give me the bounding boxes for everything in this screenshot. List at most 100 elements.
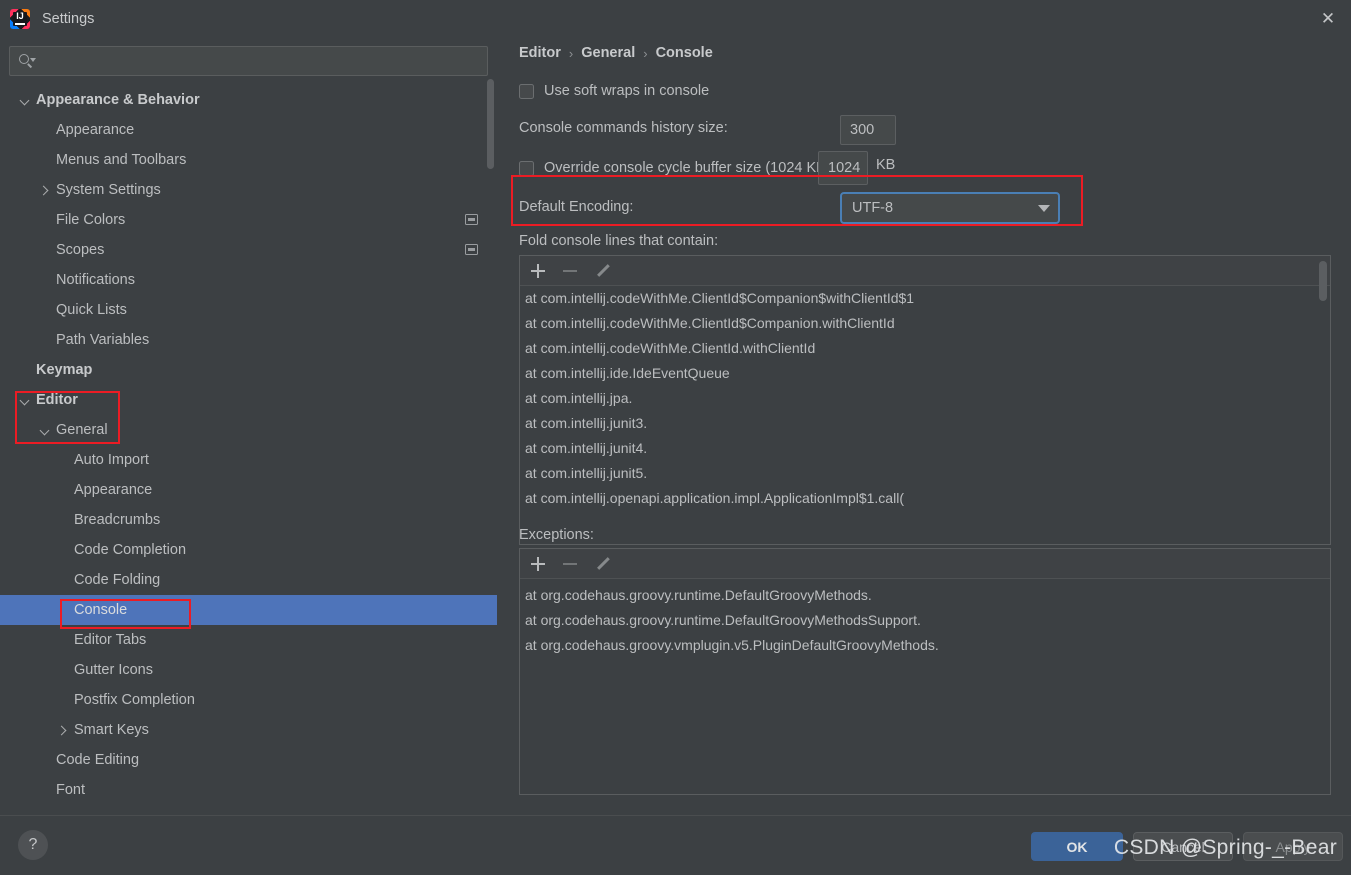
fold-line-item[interactable]: at com.intellij.jpa.: [520, 386, 1330, 411]
cycle-buffer-checkbox[interactable]: [519, 160, 534, 176]
fold-line-item[interactable]: at com.intellij.openapi.application.impl…: [520, 486, 1330, 511]
pencil-icon: [594, 263, 610, 279]
chevron-down-icon: [1038, 204, 1050, 212]
cancel-button[interactable]: Cancel: [1133, 832, 1233, 861]
fold-lines-label: Fold console lines that contain:: [519, 233, 719, 249]
sidebar-item-label: General: [56, 422, 108, 438]
sidebar-item-postfix-completion[interactable]: Postfix Completion: [0, 685, 497, 715]
sidebar-item-code-editing[interactable]: Code Editing: [0, 745, 497, 775]
exception-line-item[interactable]: at org.codehaus.groovy.runtime.DefaultGr…: [520, 583, 1330, 608]
fold-line-item[interactable]: at com.intellij.codeWithMe.ClientId.with…: [520, 336, 1330, 361]
sidebar-item-scopes[interactable]: Scopes: [0, 235, 497, 265]
breadcrumb-leaf: Console: [655, 45, 713, 61]
sidebar-item-menus-and-toolbars[interactable]: Menus and Toolbars: [0, 145, 497, 175]
chevron-down-icon[interactable]: [20, 95, 31, 106]
chevron-down-icon[interactable]: [40, 425, 51, 436]
sidebar-item-file-colors[interactable]: File Colors: [0, 205, 497, 235]
fold-line-item[interactable]: at com.intellij.junit3.: [520, 411, 1330, 436]
sidebar-item-gutter-icons[interactable]: Gutter Icons: [0, 655, 497, 685]
history-size-input[interactable]: 300: [840, 115, 896, 145]
sidebar-item-quick-lists[interactable]: Quick Lists: [0, 295, 497, 325]
exception-line-item[interactable]: at org.codehaus.groovy.runtime.DefaultGr…: [520, 608, 1330, 633]
plus-icon[interactable]: [530, 556, 546, 572]
sidebar-item-label: Breadcrumbs: [74, 512, 161, 528]
sidebar-item-label: Keymap: [36, 362, 93, 378]
settings-sidebar: Appearance & Behavior Appearance Menus and…: [0, 37, 497, 815]
fold-line-item[interactable]: at com.intellij.codeWithMe.ClientId$Comp…: [520, 286, 1330, 311]
sidebar-item-label: Editor: [36, 392, 78, 408]
exceptions-listbox: at org.codehaus.groovy.runtime.DefaultGr…: [519, 548, 1331, 795]
search-icon: [18, 53, 36, 69]
cycle-buffer-label: Override console cycle buffer size (1024…: [544, 160, 831, 176]
sidebar-item-breadcrumbs[interactable]: Breadcrumbs: [0, 505, 497, 535]
sidebar-item-console[interactable]: Console: [0, 595, 497, 625]
sidebar-scrollbar-thumb[interactable]: [487, 79, 494, 169]
chevron-down-icon[interactable]: [20, 395, 31, 406]
chevron-right-icon[interactable]: [58, 725, 69, 736]
exception-line-item[interactable]: at org.codehaus.groovy.vmplugin.v5.Plugi…: [520, 633, 1330, 658]
sidebar-item-appearance[interactable]: Appearance: [0, 475, 497, 505]
breadcrumb-separator-icon: ›: [568, 45, 574, 61]
breadcrumb-root[interactable]: Editor: [519, 45, 561, 61]
sidebar-item-editor[interactable]: Editor: [0, 385, 497, 415]
fold-lines-scrollbar-thumb[interactable]: [1319, 261, 1327, 301]
sidebar-item-smart-keys[interactable]: Smart Keys: [0, 715, 497, 745]
sidebar-item-label: Menus and Toolbars: [56, 152, 187, 168]
sidebar-item-code-folding[interactable]: Code Folding: [0, 565, 497, 595]
default-encoding-row: Default Encoding: UTF-8: [519, 192, 1329, 224]
fold-line-item[interactable]: at com.intellij.junit4.: [520, 436, 1330, 461]
cycle-buffer-input[interactable]: 1024: [818, 151, 868, 185]
sidebar-item-font[interactable]: Font: [0, 775, 497, 805]
sidebar-item-label: Smart Keys: [74, 722, 149, 738]
search-box[interactable]: [9, 46, 488, 76]
close-icon[interactable]: ✕: [1305, 0, 1351, 37]
fold-line-item[interactable]: at com.intellij.codeWithMe.ClientId$Comp…: [520, 311, 1330, 336]
sidebar-item-label: Appearance & Behavior: [36, 92, 200, 108]
cycle-buffer-row: Override console cycle buffer size (1024…: [519, 153, 1329, 183]
fold-lines-listbox: at com.intellij.codeWithMe.ClientId$Comp…: [519, 255, 1331, 545]
fold-line-item[interactable]: at com.intellij.junit5.: [520, 461, 1330, 486]
sidebar-item-appearance[interactable]: Appearance: [0, 115, 497, 145]
fold-lines-list[interactable]: at com.intellij.codeWithMe.ClientId$Comp…: [520, 286, 1330, 544]
sidebar-item-label: Code Editing: [56, 752, 140, 768]
breadcrumb-separator-icon: ›: [643, 45, 648, 61]
soft-wraps-row: Use soft wraps in console: [519, 83, 709, 99]
sidebar-item-auto-import[interactable]: Auto Import: [0, 445, 497, 475]
history-size-row: Console commands history size: 300: [519, 115, 1329, 145]
help-button[interactable]: ?: [18, 830, 48, 860]
exceptions-toolbar: [520, 549, 1330, 579]
sidebar-item-label: Postfix Completion: [74, 692, 195, 708]
sidebar-item-general[interactable]: General: [0, 415, 497, 445]
plus-icon[interactable]: [530, 263, 546, 279]
sidebar-item-label: Gutter Icons: [74, 662, 153, 678]
minus-icon: [562, 556, 578, 572]
sidebar-item-editor-tabs[interactable]: Editor Tabs: [0, 625, 497, 655]
default-encoding-select[interactable]: UTF-8: [840, 192, 1060, 224]
sidebar-item-label: Appearance: [56, 122, 135, 138]
sidebar-item-code-completion[interactable]: Code Completion: [0, 535, 497, 565]
ok-button[interactable]: OK: [1031, 832, 1123, 861]
apply-button[interactable]: Apply: [1243, 832, 1343, 861]
sidebar-item-path-variables[interactable]: Path Variables: [0, 325, 497, 355]
sidebar-item-label: Appearance: [74, 482, 153, 498]
sidebar-item-notifications[interactable]: Notifications: [0, 265, 497, 295]
fold-lines-toolbar: [520, 256, 1330, 286]
exceptions-list[interactable]: at org.codehaus.groovy.runtime.DefaultGr…: [520, 579, 1330, 794]
soft-wraps-checkbox[interactable]: [519, 83, 534, 99]
search-input[interactable]: [38, 53, 479, 69]
breadcrumb-mid[interactable]: General: [581, 45, 635, 61]
sidebar-item-label: Path Variables: [56, 332, 150, 348]
title-bar: IJ Settings ✕: [0, 0, 1351, 37]
chevron-right-icon[interactable]: [40, 185, 51, 196]
sidebar-item-label: File Colors: [56, 212, 126, 228]
sidebar-item-system-settings[interactable]: System Settings: [0, 175, 497, 205]
fold-line-item[interactable]: at com.intellij.ide.IdeEventQueue: [520, 361, 1330, 386]
sidebar-item-keymap[interactable]: Keymap: [0, 355, 497, 385]
sidebar-item-appearance-behavior[interactable]: Appearance & Behavior: [0, 85, 497, 115]
pencil-icon: [594, 556, 610, 572]
